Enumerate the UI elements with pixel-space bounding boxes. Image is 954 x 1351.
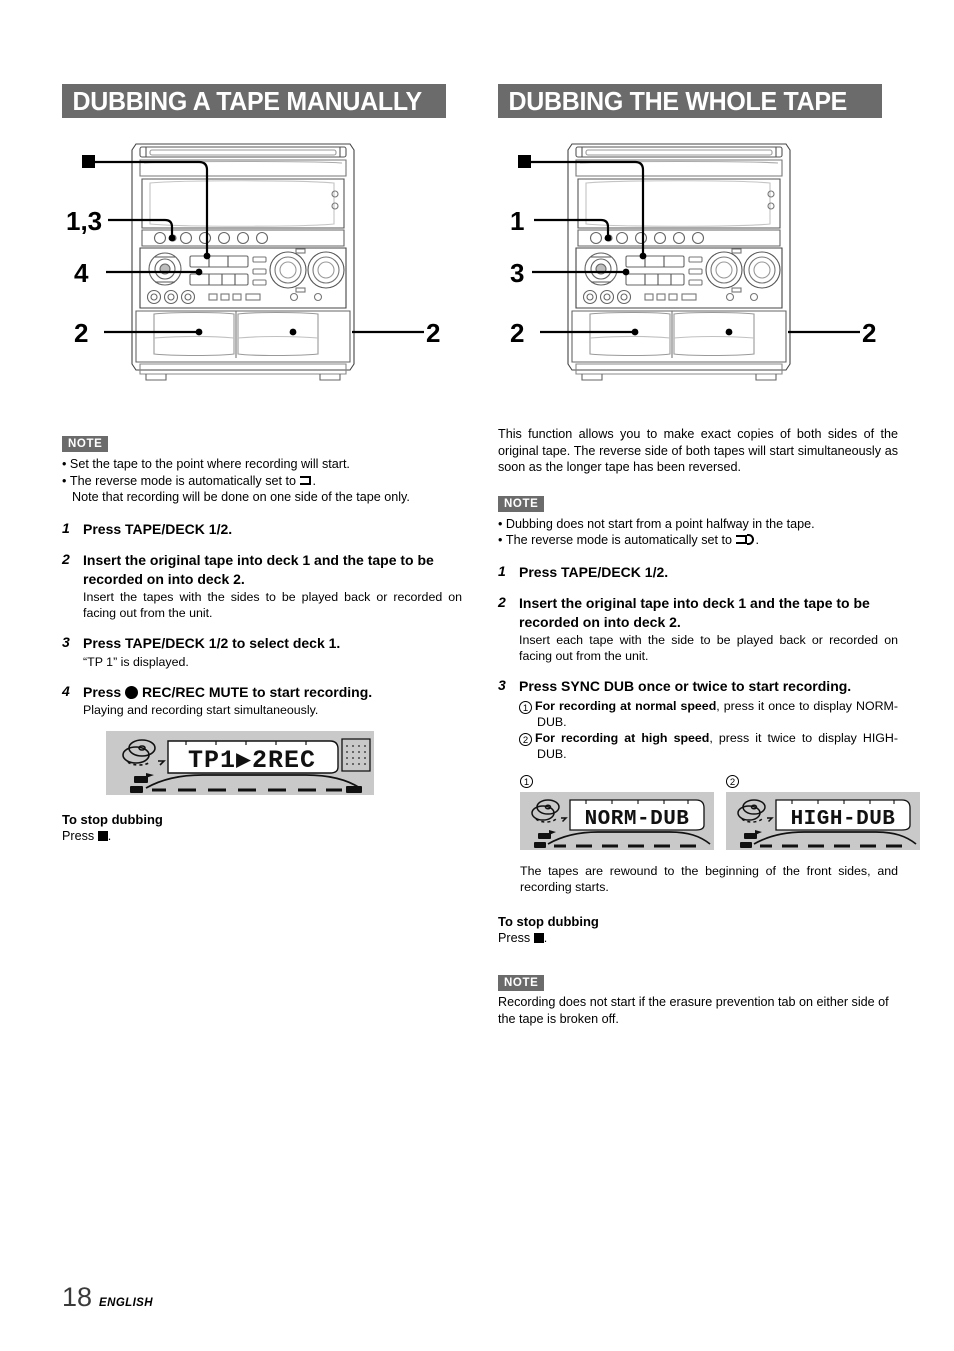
- callout-2-left: 2: [510, 318, 524, 348]
- step-number: 3: [62, 634, 70, 650]
- right-note2-block: NOTE Recording does not start if the era…: [498, 973, 898, 1027]
- stop-square-icon: [97, 831, 108, 841]
- callout-2-left: 2: [74, 318, 88, 348]
- circled-number-2: 2: [519, 732, 532, 746]
- left-column: DUBBING A TAPE MANUALLY 1,3 4 2 2 NOTE •…: [62, 84, 462, 845]
- stop-line: Press .: [62, 829, 112, 843]
- step-3-sublist: 1 For recording at normal speed, press it…: [519, 698, 898, 763]
- step-title: Press TAPE/DECK 1/2.: [519, 563, 669, 580]
- lcd-caption-2: 2: [726, 775, 920, 789]
- sub-item-1: 1 For recording at normal speed, press it…: [519, 698, 898, 730]
- language-label: ENGLISH: [99, 1297, 153, 1309]
- step-number: 3: [498, 677, 506, 693]
- left-stop-dubbing: To stop dubbing Press .: [62, 811, 462, 845]
- step-3: 3 Press TAPE/DECK 1/2 to select deck 1. …: [62, 634, 462, 670]
- step-title: Insert the original tape into deck 1 and…: [83, 552, 434, 587]
- step-1: 1 Press TAPE/DECK 1/2.: [498, 563, 898, 582]
- right-intro-paragraph: This function allows you to make exact c…: [498, 427, 898, 474]
- step-title: Insert the original tape into deck 1 and…: [519, 595, 870, 630]
- lcd-text: TP1▶2REC: [188, 746, 316, 775]
- right-section-header: DUBBING THE WHOLE TAPE: [498, 84, 882, 118]
- note-badge: NOTE: [498, 975, 545, 992]
- note-item: • The reverse mode is automatically set …: [62, 473, 410, 505]
- step-2: 2 Insert the original tape into deck 1 a…: [498, 594, 898, 664]
- right-lcd-group: 1 NORM-DUB 2 HIGH-DUB: [520, 775, 920, 851]
- step-3: 3 Press SYNC DUB once or twice to start …: [498, 677, 898, 762]
- right-stereo-diagram: 1 3 2 2: [498, 136, 898, 384]
- step-2: 2 Insert the original tape into deck 1 a…: [62, 551, 462, 621]
- callout-3: 3: [510, 258, 524, 288]
- step-number: 1: [498, 562, 506, 579]
- circled-number-1: 1: [520, 775, 533, 789]
- reverse-mode-single-icon: [299, 475, 313, 486]
- step-body: Insert the tapes with the sides to be pl…: [83, 590, 462, 620]
- stop-square-icon: [533, 933, 544, 944]
- left-lcd-display: TP1▶2REC: [106, 731, 374, 795]
- step-body: Playing and recording start simultaneous…: [83, 703, 319, 717]
- lcd-text: HIGH-DUB: [791, 808, 896, 831]
- step-number: 4: [62, 682, 70, 699]
- right-steps: 1 Press TAPE/DECK 1/2. 2 Insert the orig…: [498, 563, 898, 763]
- note-badge: NOTE: [498, 495, 545, 512]
- step-4: 4 Press REC/REC MUTE to start recording.…: [62, 683, 462, 719]
- note-item: • The reverse mode is automatically set …: [498, 533, 760, 547]
- step-title: Press TAPE/DECK 1/2.: [83, 520, 233, 537]
- note2-text: Recording does not start if the erasure …: [498, 995, 889, 1026]
- lcd-text: NORM-DUB: [585, 808, 690, 831]
- left-section-header: DUBBING A TAPE MANUALLY: [62, 84, 446, 118]
- lcd-panel-norm: 1 NORM-DUB: [520, 775, 714, 851]
- step-number: 2: [498, 594, 506, 610]
- step-title: Press TAPE/DECK 1/2 to select deck 1.: [83, 635, 341, 651]
- manual-page: DUBBING A TAPE MANUALLY 1,3 4 2 2 NOTE •…: [0, 0, 954, 1351]
- stop-line: Press .: [498, 931, 548, 946]
- right-column: DUBBING THE WHOLE TAPE 1 3 2 2 This func…: [498, 84, 920, 1027]
- step-1: 1 Press TAPE/DECK 1/2.: [62, 520, 462, 539]
- page-number: 18: [62, 1282, 93, 1312]
- note-badge: NOTE: [62, 436, 109, 452]
- right-note-list: • Dubbing does not start from a point ha…: [498, 516, 898, 549]
- right-note-block: NOTE • Dubbing does not start from a poi…: [498, 494, 898, 549]
- callout-4: 4: [74, 258, 89, 288]
- left-steps: 1 Press TAPE/DECK 1/2. 2 Insert the orig…: [62, 520, 462, 719]
- callout-2-right: 2: [426, 318, 440, 348]
- left-note-list: • Set the tape to the point where record…: [62, 456, 462, 506]
- step-number: 1: [62, 519, 70, 536]
- right-stop-dubbing: To stop dubbing Press .: [498, 913, 898, 947]
- reverse-mode-relay-icon: [735, 534, 756, 545]
- callout-1-3: 1,3: [66, 206, 102, 236]
- stop-heading: To stop dubbing: [498, 914, 599, 930]
- left-stereo-diagram: 1,3 4 2 2: [62, 136, 462, 384]
- circled-number-1: 1: [519, 700, 532, 714]
- step-body: Insert each tape with the side to be pla…: [519, 633, 898, 663]
- page-footer: 18 ENGLISH: [62, 1282, 153, 1313]
- callout-1: 1: [510, 206, 524, 236]
- stop-heading: To stop dubbing: [62, 812, 163, 827]
- step-title: Press SYNC DUB once or twice to start re…: [519, 678, 852, 694]
- left-note-block: NOTE • Set the tape to the point where r…: [62, 434, 462, 506]
- callout-2-right: 2: [862, 318, 876, 348]
- step-body: “TP 1” is displayed.: [83, 654, 189, 669]
- step-number: 2: [62, 551, 70, 567]
- after-display-text: The tapes are rewound to the beginning o…: [520, 864, 898, 895]
- note-item: • Dubbing does not start from a point ha…: [498, 516, 815, 531]
- circled-number-2: 2: [726, 775, 739, 789]
- sub-item-2: 2 For recording at high speed, press it t…: [519, 730, 898, 762]
- lcd-panel-high: 2 HIGH-DUB: [726, 775, 920, 851]
- lcd-caption-1: 1: [520, 775, 714, 789]
- rec-dot-icon: [125, 685, 139, 699]
- step-title: Press REC/REC MUTE to start recording.: [83, 683, 373, 700]
- note-item: • Set the tape to the point where record…: [62, 457, 350, 471]
